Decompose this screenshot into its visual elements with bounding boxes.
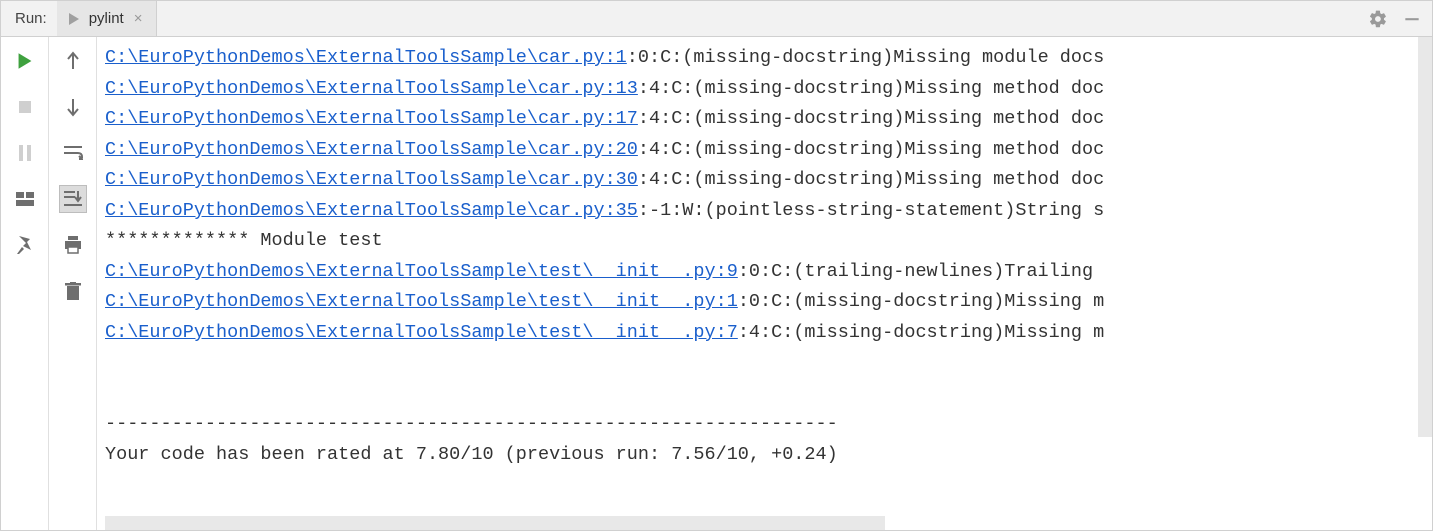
run-panel-header: Run: pylint × — [1, 1, 1432, 37]
console-line: C:\EuroPythonDemos\ExternalToolsSample\t… — [105, 257, 1432, 288]
pause-button[interactable] — [11, 139, 39, 167]
console-text: :4:C:(missing-docstring)Missing method d… — [638, 108, 1104, 129]
run-actions-toolbar — [1, 37, 49, 530]
horizontal-scrollbar[interactable] — [105, 516, 885, 530]
console-text: :0:C:(missing-docstring)Missing m — [738, 291, 1104, 312]
file-link[interactable]: C:\EuroPythonDemos\ExternalToolsSample\c… — [105, 108, 638, 129]
file-link[interactable]: C:\EuroPythonDemos\ExternalToolsSample\c… — [105, 139, 638, 160]
console-line: C:\EuroPythonDemos\ExternalToolsSample\c… — [105, 165, 1432, 196]
file-link[interactable]: C:\EuroPythonDemos\ExternalToolsSample\c… — [105, 78, 638, 99]
layout-button[interactable] — [11, 185, 39, 213]
console-text: :0:C:(missing-docstring)Missing module d… — [627, 47, 1104, 68]
console-output[interactable]: C:\EuroPythonDemos\ExternalToolsSample\c… — [97, 37, 1432, 514]
arrow-down-icon[interactable] — [59, 93, 87, 121]
file-link[interactable]: C:\EuroPythonDemos\ExternalToolsSample\t… — [105, 261, 738, 282]
console-actions-toolbar — [49, 37, 97, 530]
close-icon[interactable]: × — [132, 10, 145, 27]
play-icon — [67, 12, 81, 26]
file-link[interactable]: C:\EuroPythonDemos\ExternalToolsSample\t… — [105, 291, 738, 312]
pin-button[interactable] — [11, 231, 39, 259]
console-line: ----------------------------------------… — [105, 409, 1432, 440]
console-line — [105, 348, 1432, 379]
soft-wrap-icon[interactable] — [59, 139, 87, 167]
file-link[interactable]: C:\EuroPythonDemos\ExternalToolsSample\c… — [105, 47, 627, 68]
gear-icon[interactable] — [1368, 9, 1388, 29]
console-output-wrap: C:\EuroPythonDemos\ExternalToolsSample\c… — [97, 37, 1432, 530]
trash-icon[interactable] — [59, 277, 87, 305]
console-line: C:\EuroPythonDemos\ExternalToolsSample\c… — [105, 104, 1432, 135]
console-line: Your code has been rated at 7.80/10 (pre… — [105, 440, 1432, 471]
header-actions — [1368, 9, 1432, 29]
arrow-up-icon[interactable] — [59, 47, 87, 75]
console-text: :-1:W:(pointless-string-statement)String… — [638, 200, 1104, 221]
minimize-icon[interactable] — [1402, 9, 1422, 29]
console-line: C:\EuroPythonDemos\ExternalToolsSample\c… — [105, 135, 1432, 166]
console-text: :4:C:(missing-docstring)Missing m — [738, 322, 1104, 343]
print-icon[interactable] — [59, 231, 87, 259]
console-line: C:\EuroPythonDemos\ExternalToolsSample\c… — [105, 74, 1432, 105]
file-link[interactable]: C:\EuroPythonDemos\ExternalToolsSample\c… — [105, 169, 638, 190]
run-panel-body: C:\EuroPythonDemos\ExternalToolsSample\c… — [1, 37, 1432, 530]
console-line: C:\EuroPythonDemos\ExternalToolsSample\c… — [105, 43, 1432, 74]
console-line: C:\EuroPythonDemos\ExternalToolsSample\t… — [105, 287, 1432, 318]
console-line: C:\EuroPythonDemos\ExternalToolsSample\t… — [105, 318, 1432, 349]
stop-button[interactable] — [11, 93, 39, 121]
console-line — [105, 379, 1432, 410]
run-label: Run: — [1, 10, 57, 27]
console-text: :4:C:(missing-docstring)Missing method d… — [638, 139, 1104, 160]
scroll-to-end-icon[interactable] — [59, 185, 87, 213]
console-text: :4:C:(missing-docstring)Missing method d… — [638, 169, 1104, 190]
vertical-scrollbar[interactable] — [1418, 37, 1432, 437]
tab-label: pylint — [89, 10, 124, 27]
file-link[interactable]: C:\EuroPythonDemos\ExternalToolsSample\c… — [105, 200, 638, 221]
console-line: ************* Module test — [105, 226, 1432, 257]
run-button[interactable] — [11, 47, 39, 75]
console-text: :4:C:(missing-docstring)Missing method d… — [638, 78, 1104, 99]
console-line: C:\EuroPythonDemos\ExternalToolsSample\c… — [105, 196, 1432, 227]
file-link[interactable]: C:\EuroPythonDemos\ExternalToolsSample\t… — [105, 322, 738, 343]
run-tab[interactable]: pylint × — [57, 1, 158, 36]
console-text: :0:C:(trailing-newlines)Trailing — [738, 261, 1093, 282]
